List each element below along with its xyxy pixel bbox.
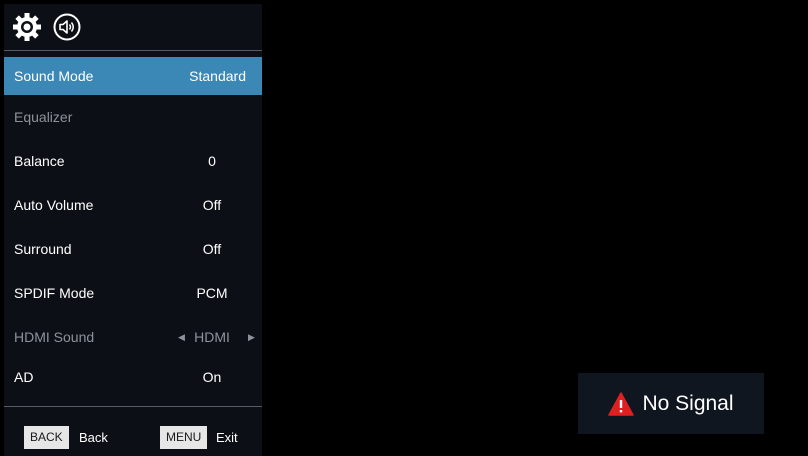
menu-item-ad[interactable]: AD On [4,359,262,395]
menu-item-balance[interactable]: Balance 0 [4,139,262,183]
exit-hint-label: Exit [216,430,238,445]
menu-item-value: Off [202,241,222,257]
menu-item-surround[interactable]: Surround Off [4,227,262,271]
menu-item-value: On [202,369,222,385]
header-divider [4,50,262,51]
menu-item-label: SPDIF Mode [14,285,95,301]
menu-item-label: AD [14,369,34,385]
menu-item-label: Balance [14,153,65,169]
menu-header [4,4,262,50]
back-key-chip[interactable]: BACK [24,426,69,449]
menu-item-value: Standard [189,68,246,84]
menu-item-sound-mode[interactable]: Sound Mode Standard [4,57,262,95]
footer-hints: BACK Back MENU Exit [4,418,262,452]
warning-icon [608,391,635,416]
menu-item-value: Off [202,197,222,213]
speaker-icon[interactable] [52,12,82,42]
menu-item-label: Surround [14,241,72,257]
back-hint-label: Back [79,430,108,445]
menu-item-equalizer: Equalizer [4,95,262,139]
menu-item-label: Equalizer [14,109,73,125]
menu-item-spdif-mode[interactable]: SPDIF Mode PCM [4,271,262,315]
gear-icon[interactable] [12,12,42,42]
settings-menu: Sound Mode Standard Equalizer Balance 0 … [4,4,262,456]
menu-item-value: 0 [208,153,216,169]
menu-item-hdmi-sound: HDMI Sound ◀ HDMI ▶ [4,315,262,359]
menu-item-label: HDMI Sound [14,329,95,345]
menu-item-label: Sound Mode [14,68,94,84]
no-signal-text: No Signal [642,391,734,415]
menu-item-value: PCM [196,285,228,301]
menu-item-auto-volume[interactable]: Auto Volume Off [4,183,262,227]
menu-key-chip[interactable]: MENU [160,426,208,449]
arrow-right-icon: ▶ [248,331,255,342]
menu-item-label: Auto Volume [14,197,94,213]
no-signal-box: No Signal [578,373,764,434]
footer-divider [4,406,262,407]
